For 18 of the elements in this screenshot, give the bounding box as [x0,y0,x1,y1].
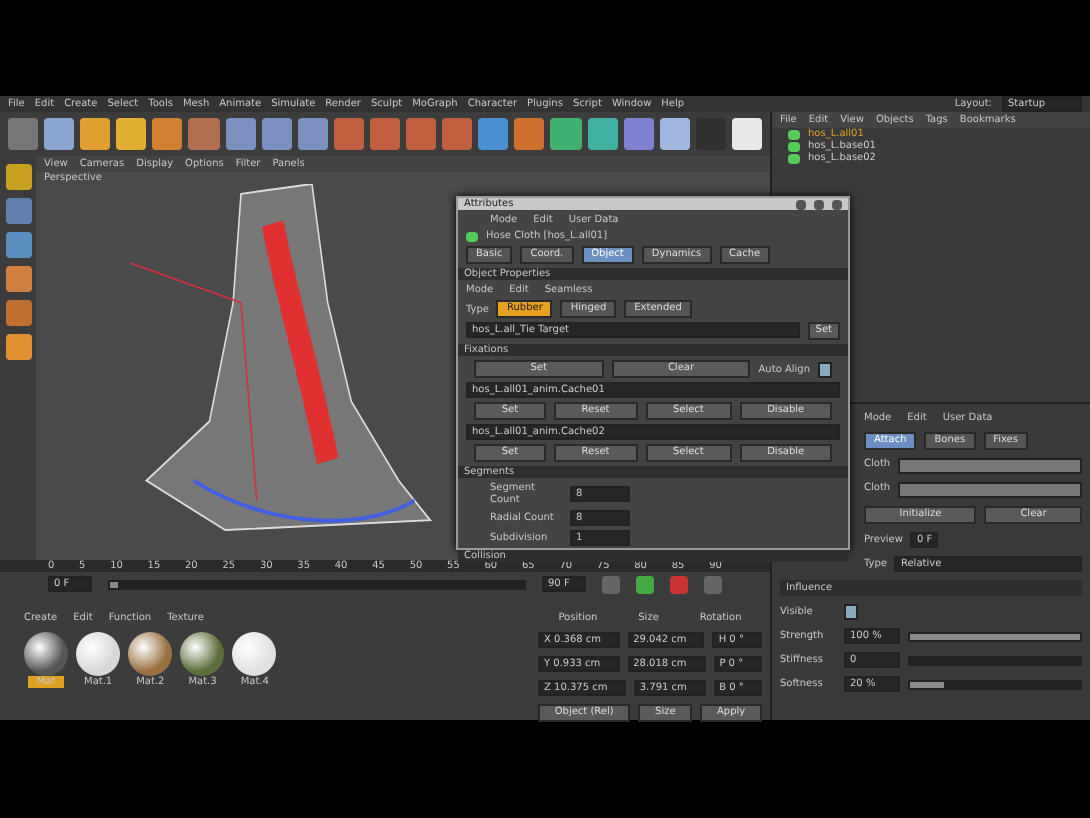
visible-checkbox[interactable] [844,604,858,620]
auto-align-checkbox[interactable] [818,361,833,377]
maximize-icon[interactable] [814,199,824,209]
text-field[interactable] [898,482,1082,498]
material-swatch[interactable] [180,632,225,676]
material-swatch[interactable] [76,632,121,676]
record-icon[interactable] [670,575,688,593]
material-swatch[interactable] [128,632,173,676]
close-icon[interactable] [832,199,842,209]
slider-track[interactable] [908,679,1082,689]
minimize-icon[interactable] [796,199,806,209]
timeline-slider[interactable] [108,579,526,589]
object-icon [466,231,478,241]
material-swatch[interactable] [24,632,68,676]
text-field[interactable] [898,458,1082,474]
slider-track[interactable] [908,655,1082,665]
material-swatch[interactable] [232,632,277,676]
play-icon[interactable] [636,575,654,593]
